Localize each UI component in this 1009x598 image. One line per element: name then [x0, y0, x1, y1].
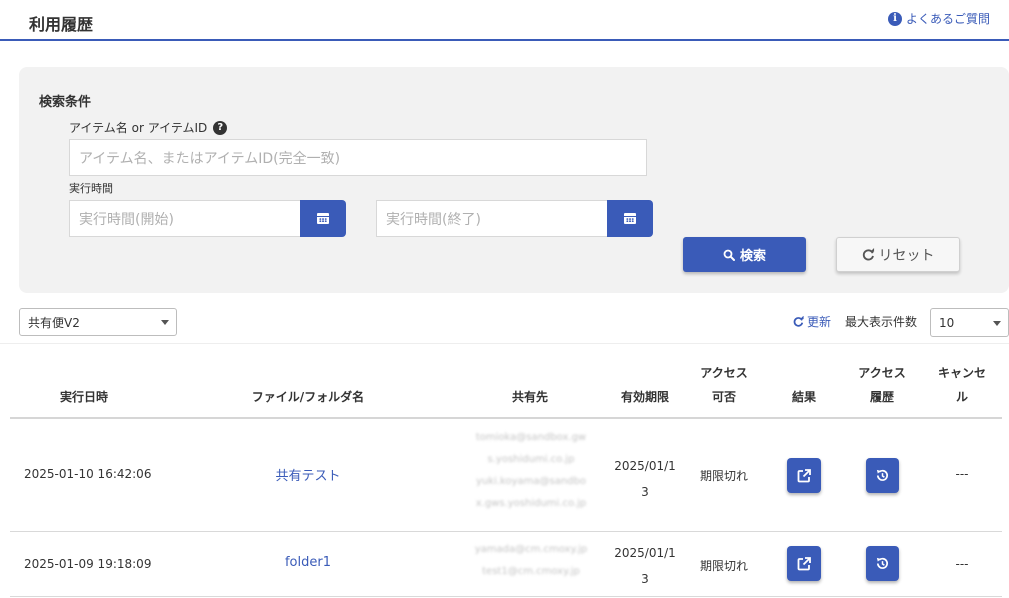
service-filter-value: 共有便V2	[28, 315, 80, 330]
table-row: 2025-01-09 19:18:09 folder1 yamada@cm.cm…	[10, 532, 1002, 597]
item-label-text: アイテム名 or アイテムID	[69, 121, 208, 135]
start-calendar-button[interactable]	[300, 200, 346, 237]
col-history-line1: アクセス	[858, 366, 906, 380]
item-field-label: アイテム名 or アイテムID ?	[69, 119, 228, 136]
share-to-line: yamada@cm.cmoxy.jp	[474, 544, 588, 555]
external-link-icon	[797, 556, 811, 570]
service-filter-select[interactable]: 共有便V2	[19, 308, 177, 336]
item-name: 共有テスト	[275, 469, 341, 484]
end-time-placeholder: 実行時間(終了)	[386, 211, 481, 228]
col-cancel-line2: ル	[955, 390, 968, 404]
col-cancel-line1: キャンセ	[937, 366, 986, 380]
search-button[interactable]: 検索	[683, 237, 806, 272]
divider	[0, 343, 1009, 344]
search-panel: 検索条件 アイテム名 or アイテムID ? アイテム名、またはアイテムID(完…	[19, 67, 1009, 293]
item-name-link[interactable]: folder1	[228, 555, 388, 570]
expiry-line: 2025/01/1	[614, 459, 676, 473]
reset-button[interactable]: リセット	[836, 237, 960, 272]
history-icon	[876, 557, 888, 569]
col-history-line2: 履歴	[869, 390, 894, 404]
search-icon	[723, 249, 735, 261]
start-time-placeholder: 実行時間(開始)	[79, 211, 174, 228]
refresh-link[interactable]: 更新	[793, 313, 831, 330]
col-expiry: 有効期限	[620, 390, 669, 404]
expiry-date: 2025/01/1 3	[608, 540, 682, 592]
external-link-icon	[797, 468, 811, 482]
item-search-placeholder: アイテム名、またはアイテムID(完全一致)	[79, 150, 341, 167]
search-button-label: 検索	[739, 249, 766, 264]
cancel-value: ---	[955, 467, 969, 481]
access-status: 期限切れ	[699, 559, 748, 573]
col-name: ファイル/フォルダ名	[251, 390, 365, 404]
share-to-line: test1@cm.cmoxy.jp	[482, 566, 580, 577]
chevron-down-icon	[993, 320, 1001, 326]
col-access-line2: 可否	[711, 390, 736, 404]
faq-label: よくあるご質問	[905, 12, 990, 26]
col-executed-at: 実行日時	[59, 390, 108, 404]
page-title: 利用履歴	[29, 15, 94, 34]
search-heading: 検索条件	[39, 95, 92, 110]
max-display-label: 最大表示件数	[845, 315, 918, 329]
table-header: 実行日時 ファイル/フォルダ名 共有先 有効期限 アクセス 可否 結果 アクセス…	[10, 356, 1002, 419]
executed-at: 2025-01-09 19:18:09	[24, 557, 152, 571]
access-status: 期限切れ	[699, 469, 748, 483]
calendar-icon	[317, 213, 329, 224]
result-button[interactable]	[787, 458, 821, 493]
end-time-input[interactable]: 実行時間(終了)	[376, 200, 608, 237]
expiry-line: 3	[641, 572, 649, 586]
time-label: 実行時間	[69, 182, 113, 195]
share-to-line: s.yoshidumi.co.jp	[487, 454, 575, 465]
share-to-line: tomioka@sandbox.gw	[475, 432, 587, 443]
refresh-label: 更新	[807, 315, 832, 329]
info-icon: i	[887, 11, 902, 26]
col-access-line1: アクセス	[700, 366, 748, 380]
faq-link[interactable]: i よくあるご質問	[887, 10, 990, 27]
chevron-down-icon	[161, 320, 169, 325]
refresh-icon	[793, 316, 804, 327]
reset-button-label: リセット	[878, 247, 935, 264]
share-to-line: yuki.koyama@sandbo	[476, 476, 586, 487]
cancel-value: ---	[955, 557, 969, 571]
result-button[interactable]	[787, 546, 821, 581]
help-icon[interactable]: ?	[213, 120, 228, 135]
max-display-value: 10	[939, 315, 955, 330]
item-name-link[interactable]: 共有テスト	[228, 465, 388, 484]
history-icon	[876, 469, 888, 481]
col-result: 結果	[791, 390, 816, 404]
expiry-line: 2025/01/1	[614, 546, 676, 560]
start-time-input[interactable]: 実行時間(開始)	[69, 200, 301, 237]
access-history-button[interactable]	[866, 458, 899, 493]
expiry-line: 3	[641, 485, 649, 499]
access-history-button[interactable]	[866, 546, 899, 581]
item-name: folder1	[284, 555, 331, 570]
end-calendar-button[interactable]	[607, 200, 653, 237]
table-row: 2025-01-10 16:42:06 共有テスト tomioka@sandbo…	[10, 419, 1002, 532]
executed-at: 2025-01-10 16:42:06	[24, 467, 152, 481]
share-to-list: tomioka@sandbox.gw s.yoshidumi.co.jp yuk…	[460, 427, 602, 515]
share-to-line: x.gws.yoshidumi.co.jp	[475, 498, 587, 509]
col-share-to: 共有先	[511, 390, 548, 404]
calendar-icon	[624, 213, 636, 224]
expiry-date: 2025/01/1 3	[608, 453, 682, 505]
page-header: 利用履歴 i よくあるご質問	[0, 0, 1009, 41]
history-table: 実行日時 ファイル/フォルダ名 共有先 有効期限 アクセス 可否 結果 アクセス…	[10, 356, 1002, 597]
max-display-select[interactable]: 10	[930, 308, 1009, 337]
share-to-list: yamada@cm.cmoxy.jp test1@cm.cmoxy.jp	[460, 539, 602, 583]
item-search-input[interactable]: アイテム名、またはアイテムID(完全一致)	[69, 139, 647, 176]
refresh-icon	[862, 248, 874, 261]
